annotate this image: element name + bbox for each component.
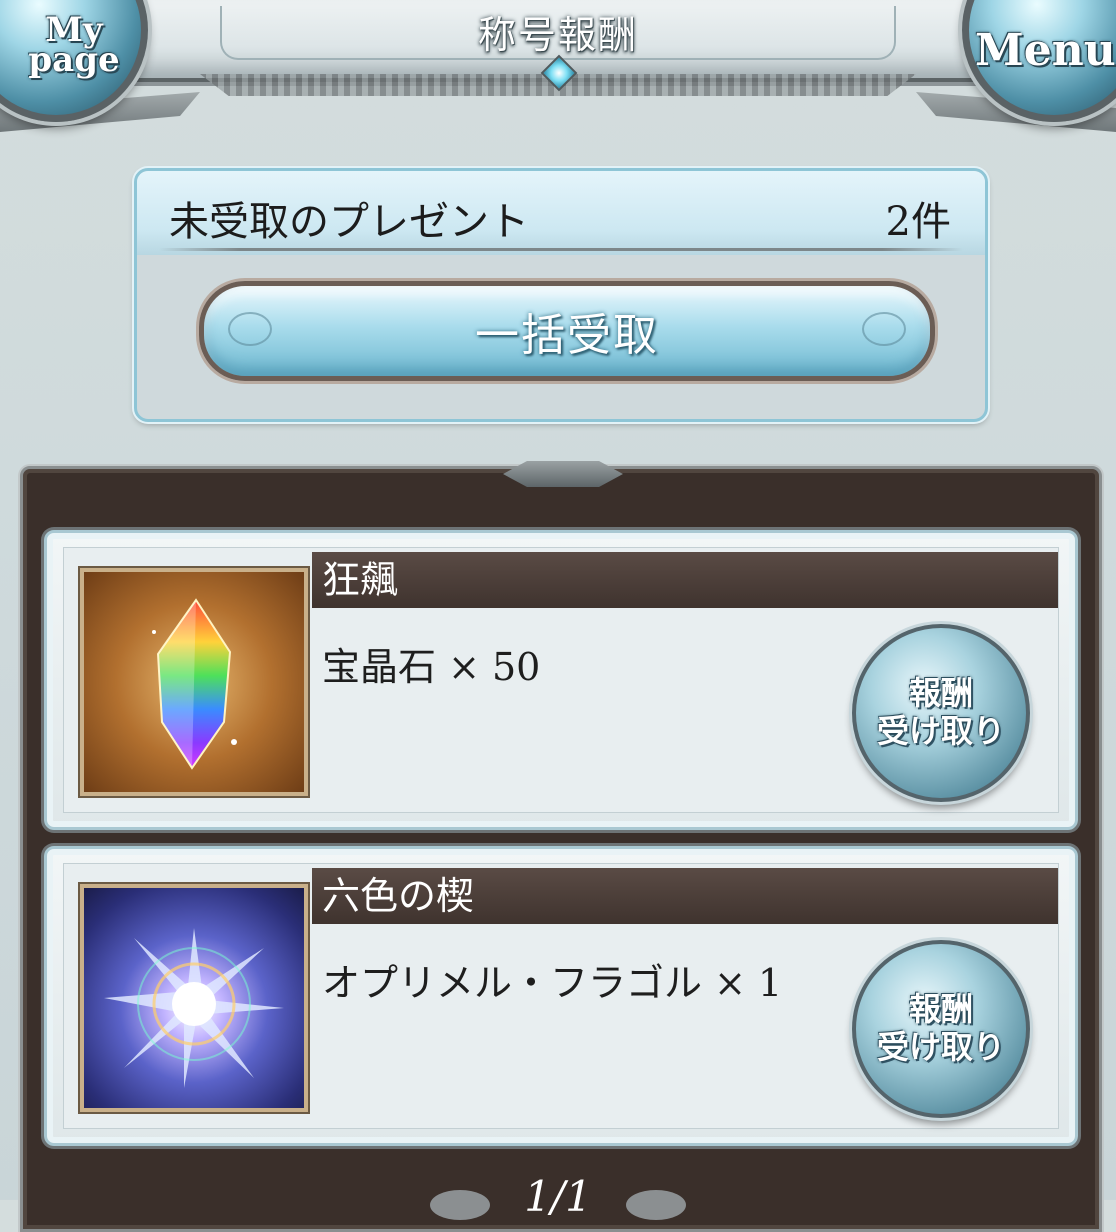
reward-title: 狂飆 [322,558,399,602]
rainbow-crystal-icon [80,568,308,796]
unclaimed-present-label: 未受取のプレゼント [169,199,529,245]
claim-all-button[interactable]: 一括受取 [199,281,935,381]
menu-label: Menu [975,25,1116,76]
reward-card: 狂飆 宝晶石 × 50 報酬 受け取り [44,530,1078,830]
header: 称号報酬 My page Menu [0,0,1116,150]
reward-card-inner: 狂飆 宝晶石 × 50 報酬 受け取り [63,547,1059,813]
mypage-label: My page [19,13,129,77]
mypage-label-line2: page [28,40,120,80]
reward-card: 六色の楔 オプリメル・フラゴル × 1 報酬 受け取り [44,846,1078,1146]
claim-reward-button[interactable]: 報酬 受け取り [852,624,1030,802]
reward-item: 宝晶石 × 50 [322,645,541,689]
present-panel: 未受取のプレゼント 2件 一括受取 [134,168,988,422]
claim-all-label: 一括受取 [475,310,659,361]
reward-card-inner: 六色の楔 オプリメル・フラゴル × 1 報酬 受け取り [63,863,1059,1129]
present-header: 未受取のプレゼント 2件 [137,171,985,255]
claim-reward-label-line2: 受け取り [876,712,1005,750]
claim-reward-label-line1: 報酬 [908,990,973,1028]
reward-item: オプリメル・フラゴル × 1 [322,961,783,1005]
reward-title-bar [312,552,1058,608]
unclaimed-present-count: 2件 [885,199,951,245]
prismatic-orb-icon [80,884,308,1112]
claim-reward-label: 報酬 受け取り [856,674,1026,750]
claim-reward-button[interactable]: 報酬 受け取り [852,940,1030,1118]
pagination-text: 1/1 [524,1172,592,1221]
claim-reward-label-line1: 報酬 [908,674,973,712]
frame-ornament [503,461,623,487]
page-title: 称号報酬 [477,13,638,57]
reward-title: 六色の楔 [322,874,475,918]
flourish-icon [862,312,906,346]
flourish-icon [228,312,272,346]
claim-reward-label-line2: 受け取り [876,1028,1005,1066]
claim-reward-label: 報酬 受け取り [856,990,1026,1066]
